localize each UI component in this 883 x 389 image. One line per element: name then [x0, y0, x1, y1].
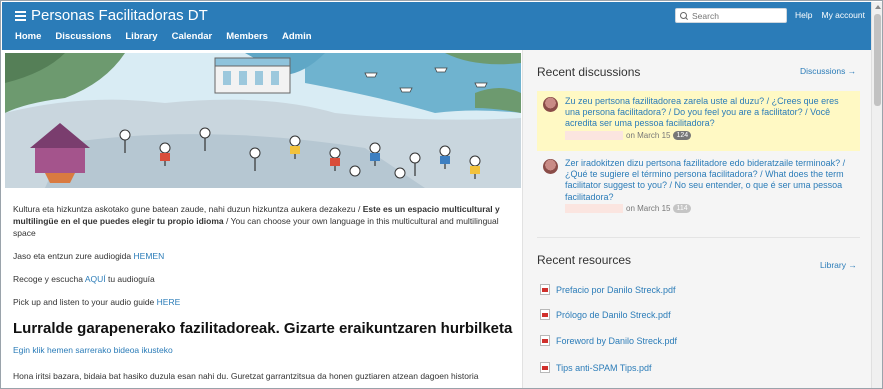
discussion-date: on March 15	[626, 130, 671, 140]
audio-guide-basque: Jaso eta entzun zure audiogida HEMEN	[13, 250, 513, 262]
reply-count-badge: 114	[673, 203, 691, 213]
pdf-file-icon	[540, 309, 550, 320]
header-links: Help My account	[795, 10, 865, 20]
library-link[interactable]: Library →	[820, 260, 857, 270]
discussion-item[interactable]: Zu zeu pertsona fazilitadorea zarela ust…	[537, 91, 860, 151]
resource-item[interactable]: Foreword by Danilo Streck.pdf	[540, 335, 677, 346]
discussion-title[interactable]: Zer iradokitzen dizu pertsona fazilitado…	[565, 158, 854, 203]
site-header: Personas Facilitadoras DT Home Discussio…	[2, 2, 871, 50]
brand-title[interactable]: Personas Facilitadoras DT	[31, 7, 208, 24]
search-box[interactable]	[675, 8, 787, 23]
resource-item[interactable]: Prólogo de Danilo Streck.pdf	[540, 309, 671, 320]
discussion-item[interactable]: Zer iradokitzen dizu pertsona fazilitado…	[537, 153, 860, 223]
discussion-title[interactable]: Zu zeu pertsona fazilitadorea zarela ust…	[565, 96, 854, 130]
search-input[interactable]	[692, 10, 782, 21]
avatar[interactable]	[543, 97, 558, 112]
avatar[interactable]	[543, 159, 558, 174]
section-heading: Lurralde garapenerako fazilitadoreak. Gi…	[13, 320, 513, 337]
audio-link-aqui[interactable]: AQUÍ	[85, 274, 106, 284]
browser-frame: Personas Facilitadoras DT Home Discussio…	[0, 0, 883, 389]
audio-en-text: Pick up and listen to your audio guide	[13, 297, 157, 307]
nav-home[interactable]: Home	[15, 31, 41, 42]
discussion-meta: on March 15 114	[565, 203, 854, 213]
pdf-file-icon	[540, 335, 550, 346]
nav-members[interactable]: Members	[226, 31, 268, 42]
redacted-author	[565, 203, 623, 213]
intro-video-link[interactable]: Egin klik hemen sarrerako bideoa ikustek…	[13, 344, 513, 356]
discussion-meta: on March 15 124	[565, 130, 854, 140]
scrollbar-thumb[interactable]	[874, 14, 881, 106]
scroll-up-arrow-icon[interactable]	[875, 5, 881, 9]
resource-item[interactable]: Prefacio por Danilo Streck.pdf	[540, 284, 676, 295]
recent-discussions-title: Recent discussions	[537, 65, 641, 79]
nav-admin[interactable]: Admin	[282, 31, 312, 42]
main-column: Kultura eta hizkuntza askotako gune bate…	[2, 50, 521, 388]
vertical-scrollbar[interactable]	[871, 2, 882, 388]
section-separator	[537, 237, 860, 238]
discussion-date: on March 15	[626, 203, 671, 213]
help-link[interactable]: Help	[795, 10, 812, 20]
sidebar: Recent discussions Discussions → Zu zeu …	[523, 50, 871, 388]
audio-link-here[interactable]: HERE	[157, 297, 181, 307]
audio-es-text: Recoge y escucha	[13, 274, 85, 284]
pdf-file-icon	[540, 284, 550, 295]
intro-text-basque: Kultura eta hizkuntza askotako gune bate…	[13, 204, 363, 214]
resource-link[interactable]: Prólogo de Danilo Streck.pdf	[556, 310, 671, 320]
intro-content: Kultura eta hizkuntza askotako gune bate…	[13, 203, 513, 388]
discussions-link[interactable]: Discussions →	[800, 66, 856, 76]
audio-guide-english: Pick up and listen to your audio guide H…	[13, 296, 513, 308]
banner-illustration	[5, 53, 521, 188]
nav-discussions[interactable]: Discussions	[55, 31, 111, 42]
intro-paragraph: Kultura eta hizkuntza askotako gune bate…	[13, 203, 513, 239]
nav-calendar[interactable]: Calendar	[172, 31, 213, 42]
audio-guide-spanish: Recoge y escucha AQUÍ tu audioguía	[13, 273, 513, 285]
resource-item[interactable]: Tips anti-SPAM Tips.pdf	[540, 362, 652, 373]
audio-link-hemen[interactable]: HEMEN	[134, 251, 165, 261]
recent-resources-title: Recent resources	[537, 253, 632, 267]
audio-eu-text: Jaso eta entzun zure audiogida	[13, 251, 134, 261]
reply-count-badge: 124	[673, 130, 692, 140]
resource-link[interactable]: Foreword by Danilo Streck.pdf	[556, 336, 677, 346]
main-nav: Home Discussions Library Calendar Member…	[15, 31, 326, 42]
redacted-author	[565, 130, 623, 140]
resource-link[interactable]: Prefacio por Danilo Streck.pdf	[556, 285, 676, 295]
search-icon	[680, 11, 688, 20]
body-paragraph: Hona iritsi bazara, bidaia bat hasiko du…	[13, 371, 479, 381]
audio-es-suffix: tu audioguía	[105, 274, 155, 284]
brand[interactable]: Personas Facilitadoras DT	[15, 7, 208, 24]
nav-library[interactable]: Library	[125, 31, 157, 42]
resource-link[interactable]: Tips anti-SPAM Tips.pdf	[556, 363, 652, 373]
hamburger-menu-icon[interactable]	[15, 10, 26, 21]
seaside-town-illustration	[5, 53, 521, 188]
pdf-file-icon	[540, 362, 550, 373]
my-account-link[interactable]: My account	[821, 10, 864, 20]
